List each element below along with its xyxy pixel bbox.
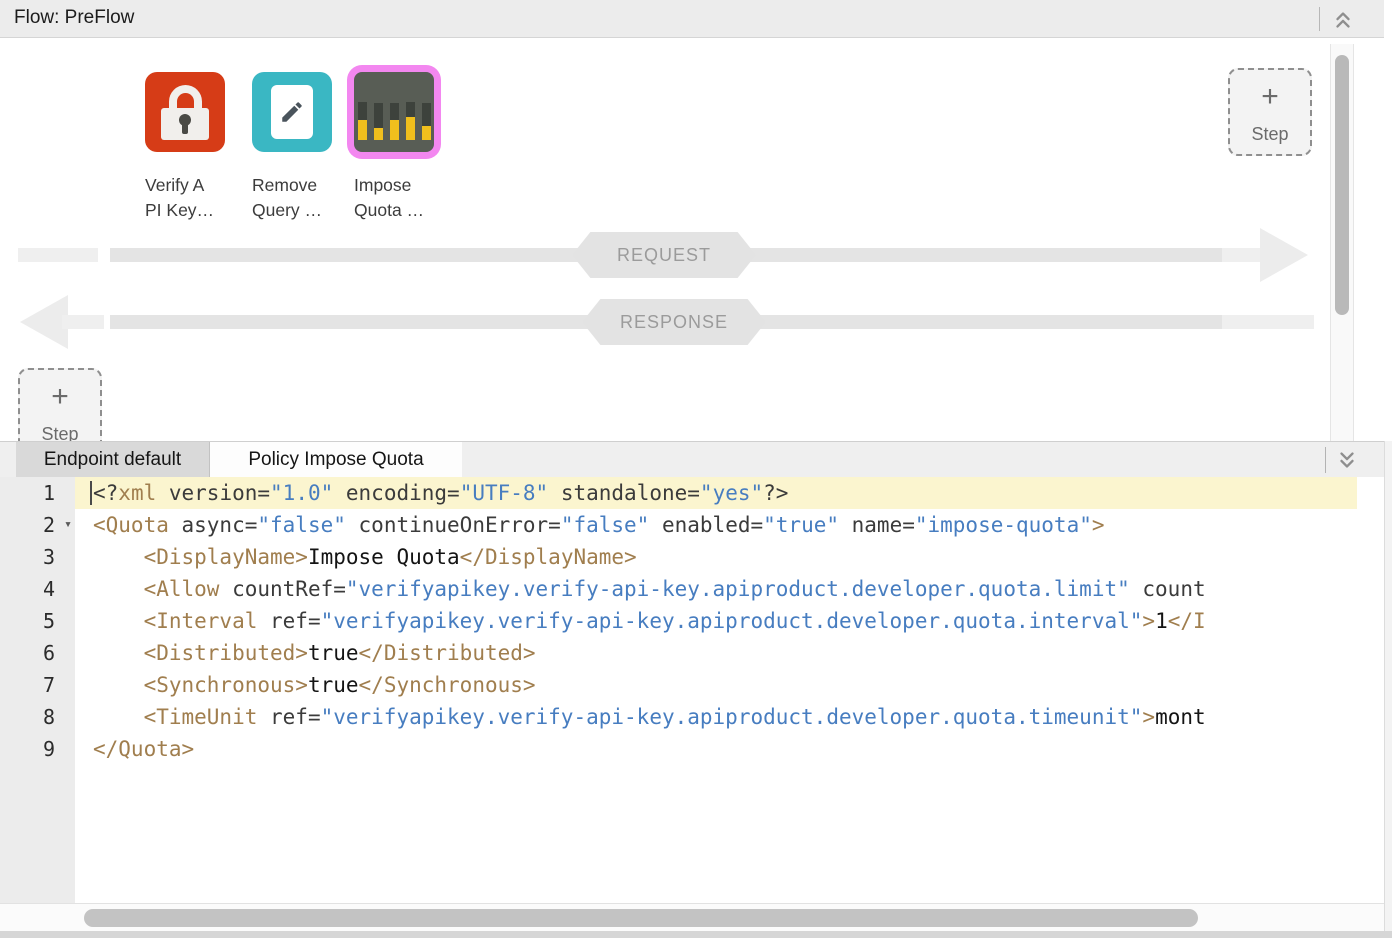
code-line[interactable]: <DisplayName>Impose Quota</DisplayName> bbox=[75, 541, 1357, 573]
line-number: 2▾ bbox=[0, 509, 75, 541]
add-step-button-top[interactable]: + Step bbox=[1228, 68, 1312, 156]
line-number: 7 bbox=[0, 669, 75, 701]
add-step-button-bottom[interactable]: + Step bbox=[18, 368, 102, 441]
flow-title: Flow: PreFlow bbox=[14, 7, 134, 29]
response-arrow-icon bbox=[20, 295, 68, 349]
code-line[interactable]: <Interval ref="verifyapikey.verify-api-k… bbox=[75, 605, 1357, 637]
flow-vertical-scrollbar-thumb[interactable] bbox=[1335, 55, 1349, 315]
editor-right-scroll-gutter bbox=[1384, 441, 1392, 931]
editor-horizontal-scrollbar[interactable] bbox=[0, 903, 1384, 931]
editor-tab-bar: Endpoint defaultPolicy Impose Quota bbox=[0, 441, 1392, 477]
bar-gauge-icon[interactable] bbox=[354, 72, 434, 152]
flow-vertical-scrollbar[interactable] bbox=[1330, 44, 1354, 441]
pencil-card bbox=[271, 85, 313, 139]
tabbar-divider bbox=[1325, 447, 1326, 473]
titlebar-divider bbox=[1319, 7, 1320, 31]
collapse-down-icon[interactable] bbox=[1334, 447, 1360, 473]
tab-policy-impose-quota[interactable]: Policy Impose Quota bbox=[210, 442, 462, 478]
line-number: 6 bbox=[0, 637, 75, 669]
plus-icon: + bbox=[1230, 82, 1310, 112]
line-number-gutter: 12▾3456789 bbox=[0, 477, 75, 903]
code-line[interactable]: <Synchronous>true</Synchronous> bbox=[75, 669, 1357, 701]
lock-body bbox=[161, 108, 209, 140]
line-number: 9 bbox=[0, 733, 75, 765]
policy-step: Impose Quota … bbox=[354, 72, 474, 223]
response-line-end bbox=[1222, 315, 1314, 329]
policy-label: Verify A PI Key… bbox=[145, 173, 265, 223]
lock-icon[interactable] bbox=[145, 72, 225, 152]
request-banner: REQUEST bbox=[572, 232, 756, 278]
request-line-start bbox=[18, 248, 98, 262]
line-number: 8 bbox=[0, 701, 75, 733]
flow-canvas: Verify A PI Key…Remove Query …Impose Quo… bbox=[0, 38, 1392, 441]
line-number: 3 bbox=[0, 541, 75, 573]
code-line[interactable]: <?xml version="1.0" encoding="UTF-8" sta… bbox=[75, 477, 1357, 509]
flow-title-bar: Flow: PreFlow bbox=[0, 0, 1384, 38]
editor-horizontal-scrollbar-thumb[interactable] bbox=[84, 909, 1198, 927]
policy-step: Verify A PI Key… bbox=[145, 72, 265, 223]
request-label: REQUEST bbox=[617, 245, 711, 266]
response-banner: RESPONSE bbox=[582, 299, 766, 345]
text-cursor bbox=[90, 481, 92, 505]
bars bbox=[354, 72, 434, 152]
window-bottom-edge bbox=[0, 931, 1392, 938]
code-editor[interactable]: 12▾3456789 <?xml version="1.0" encoding=… bbox=[0, 477, 1392, 903]
code-line[interactable]: <Allow countRef="verifyapikey.verify-api… bbox=[75, 573, 1357, 605]
request-arrow-icon bbox=[1260, 228, 1308, 282]
code-line[interactable]: <TimeUnit ref="verifyapikey.verify-api-k… bbox=[75, 701, 1357, 733]
pencil-icon[interactable] bbox=[252, 72, 332, 152]
response-line-start bbox=[62, 315, 104, 329]
apigee-flow-editor: Flow: PreFlow Verify A PI Key…Remove Que… bbox=[0, 0, 1392, 938]
response-label: RESPONSE bbox=[620, 312, 728, 333]
code-viewport[interactable]: <?xml version="1.0" encoding="UTF-8" sta… bbox=[75, 477, 1357, 903]
code-line[interactable]: </Quota> bbox=[75, 733, 1357, 765]
add-step-label: Step bbox=[1230, 124, 1310, 145]
fold-caret-icon[interactable]: ▾ bbox=[64, 509, 72, 541]
code-line[interactable]: <Distributed>true</Distributed> bbox=[75, 637, 1357, 669]
line-number: 1 bbox=[0, 477, 75, 509]
add-step-label: Step bbox=[20, 424, 100, 441]
collapse-up-icon[interactable] bbox=[1330, 7, 1356, 33]
line-number: 4 bbox=[0, 573, 75, 605]
plus-icon: + bbox=[20, 382, 100, 412]
code-line[interactable]: <Quota async="false" continueOnError="fa… bbox=[75, 509, 1357, 541]
policy-label: Impose Quota … bbox=[354, 173, 474, 223]
tab-endpoint-default[interactable]: Endpoint default bbox=[16, 442, 210, 478]
line-number: 5 bbox=[0, 605, 75, 637]
